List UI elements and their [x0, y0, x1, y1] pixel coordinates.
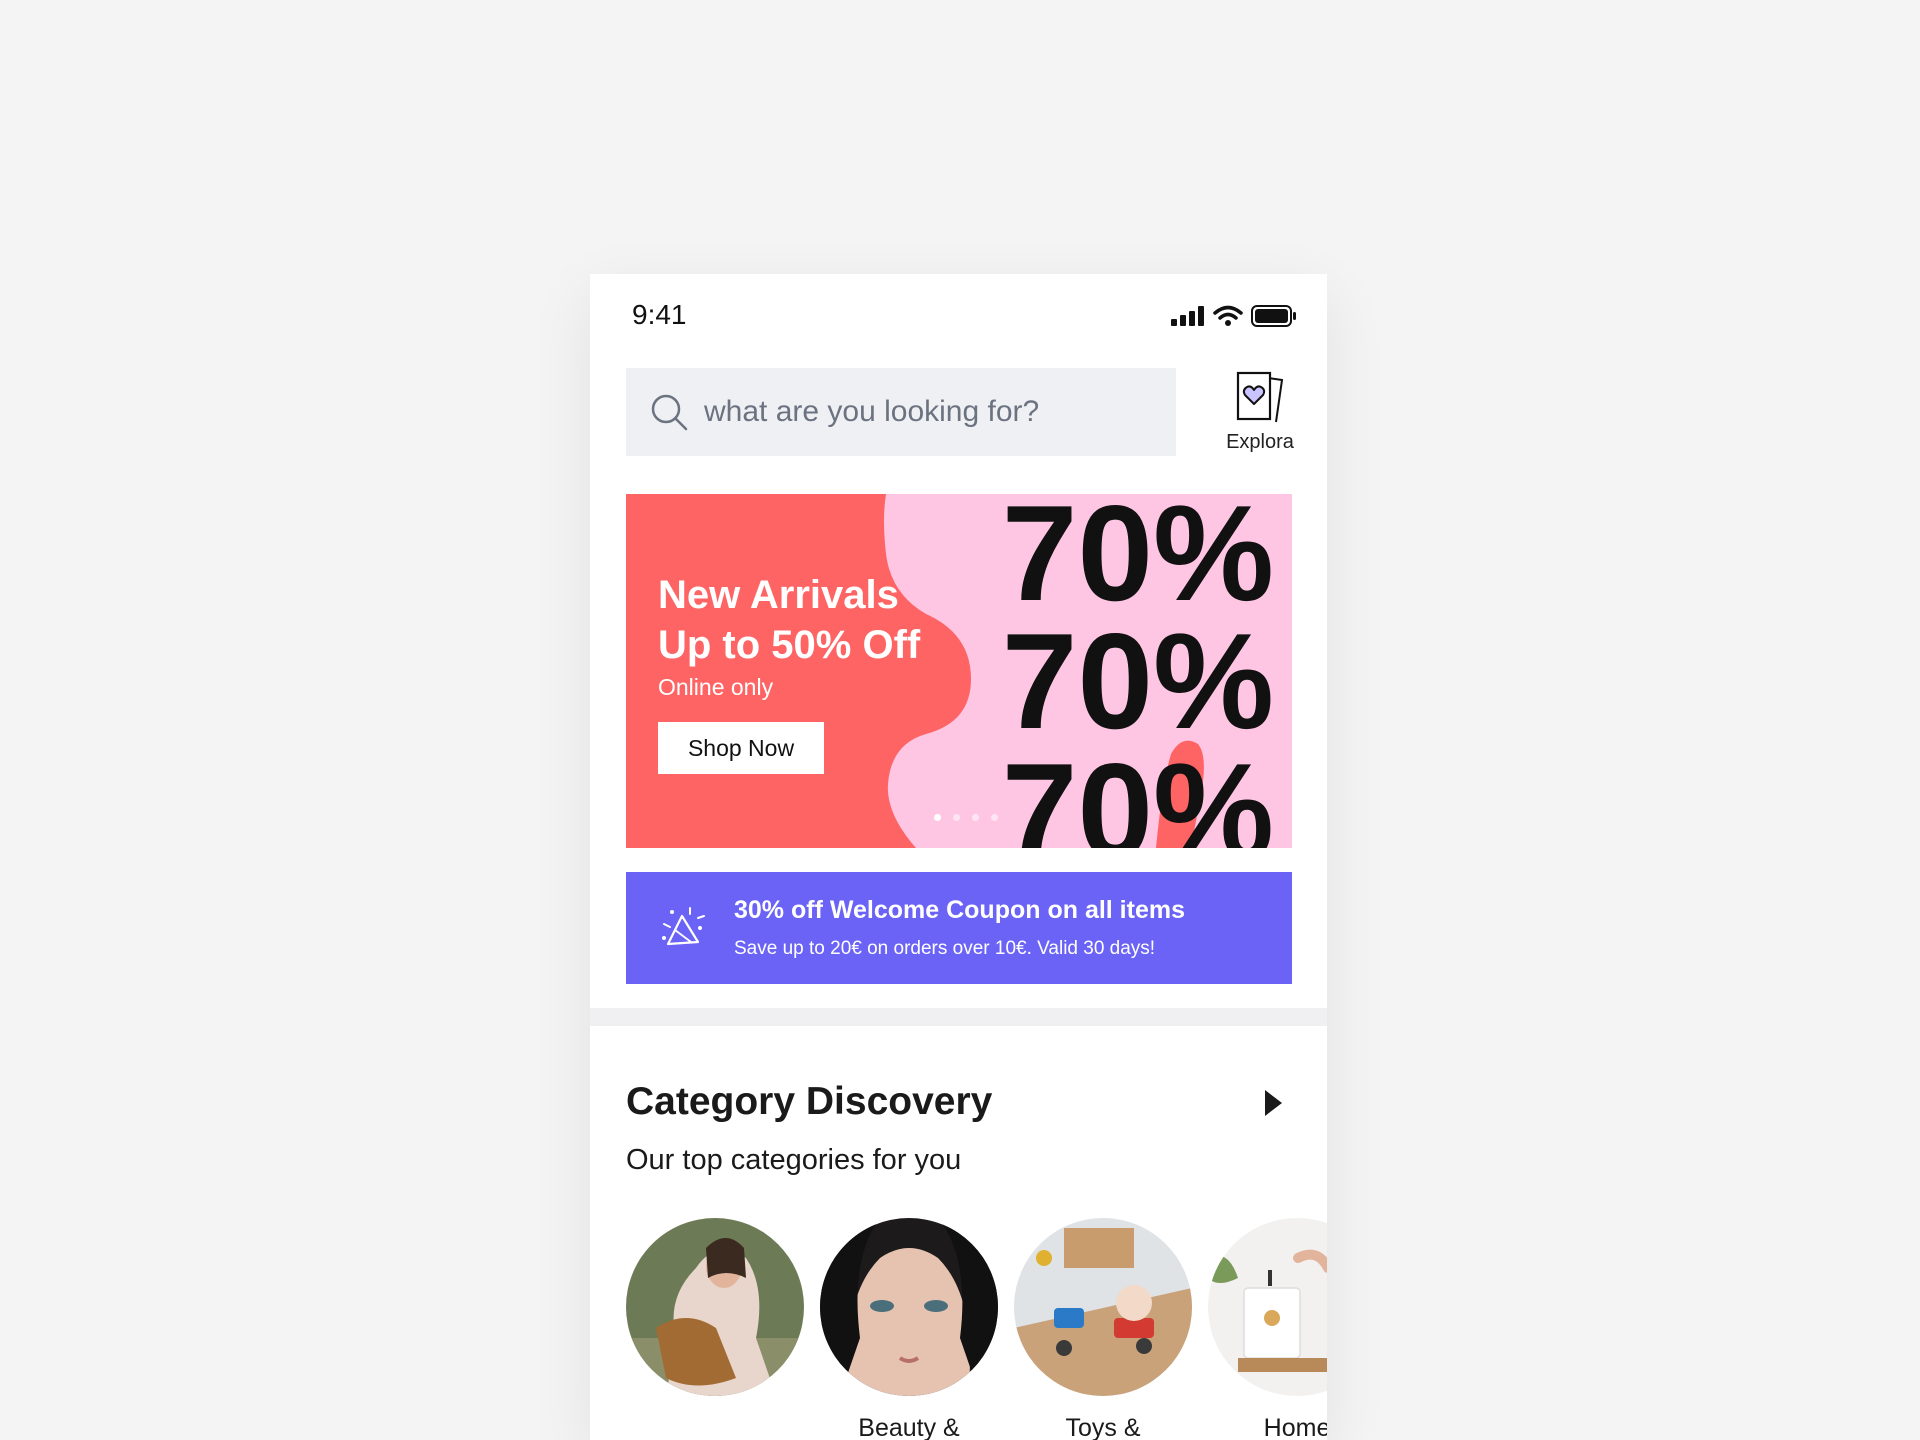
category-image [1014, 1218, 1192, 1396]
category-image [626, 1218, 804, 1396]
hero-subtitle: Online only [658, 674, 774, 700]
explora-heart-icon [1236, 371, 1284, 423]
search-icon [651, 394, 688, 431]
category-item[interactable]: Beauty & [820, 1218, 998, 1440]
category-label: Toys & [1065, 1414, 1141, 1440]
signal-icon [1171, 306, 1204, 326]
explora-button[interactable]: Explora [1218, 370, 1302, 454]
phone-screen: 9:41 what are you looking for? Explora 7… [590, 274, 1327, 1440]
hero-banner[interactable]: 70% 70% 70% New Arrivals Up to 50% Off O… [626, 494, 1292, 848]
party-popper-icon [662, 907, 705, 946]
section-title: Category Discovery [626, 1080, 993, 1123]
category-item[interactable]: Toys & [1014, 1218, 1192, 1440]
hero-percent-3: 70% [1002, 735, 1274, 848]
category-discovery-section: Category Discovery Our top categories fo… [590, 1026, 1327, 1440]
coupon-subtitle: Save up to 20€ on orders over 10€. Valid… [734, 938, 1156, 959]
search-input[interactable]: what are you looking for? [704, 395, 1039, 429]
section-subtitle: Our top categories for you [626, 1144, 962, 1176]
category-image [1208, 1218, 1327, 1396]
header-card: 9:41 what are you looking for? Explora 7… [590, 274, 1327, 1008]
status-bar: 9:41 [590, 274, 1327, 354]
coupon-title: 30% off Welcome Coupon on all items [734, 896, 1185, 924]
wifi-icon [1213, 305, 1243, 326]
category-label: Home [1263, 1414, 1327, 1440]
carousel-dot[interactable] [934, 814, 941, 821]
category-label: Beauty & [858, 1414, 960, 1440]
shop-now-button[interactable]: Shop Now [658, 722, 824, 774]
welcome-coupon-banner[interactable]: 30% off Welcome Coupon on all items Save… [626, 872, 1292, 984]
status-icons [1171, 304, 1297, 328]
carousel-dot[interactable] [953, 814, 960, 821]
category-item[interactable]: Home [1208, 1218, 1327, 1440]
battery-icon [1251, 305, 1296, 327]
status-time: 9:41 [632, 299, 687, 330]
chevron-right-icon[interactable] [1262, 1088, 1284, 1118]
category-item[interactable] [626, 1218, 804, 1414]
explora-label: Explora [1226, 431, 1294, 453]
search-bar[interactable]: what are you looking for? [626, 368, 1176, 456]
hero-title-line1: New Arrivals [658, 573, 899, 617]
category-image [820, 1218, 998, 1396]
hero-title: New Arrivals Up to 50% Off [658, 570, 920, 670]
carousel-dot[interactable] [991, 814, 998, 821]
carousel-dots [934, 814, 998, 821]
hero-title-line2: Up to 50% Off [658, 623, 921, 667]
hero-graphic: 70% 70% 70% [884, 494, 1292, 848]
carousel-dot[interactable] [972, 814, 979, 821]
